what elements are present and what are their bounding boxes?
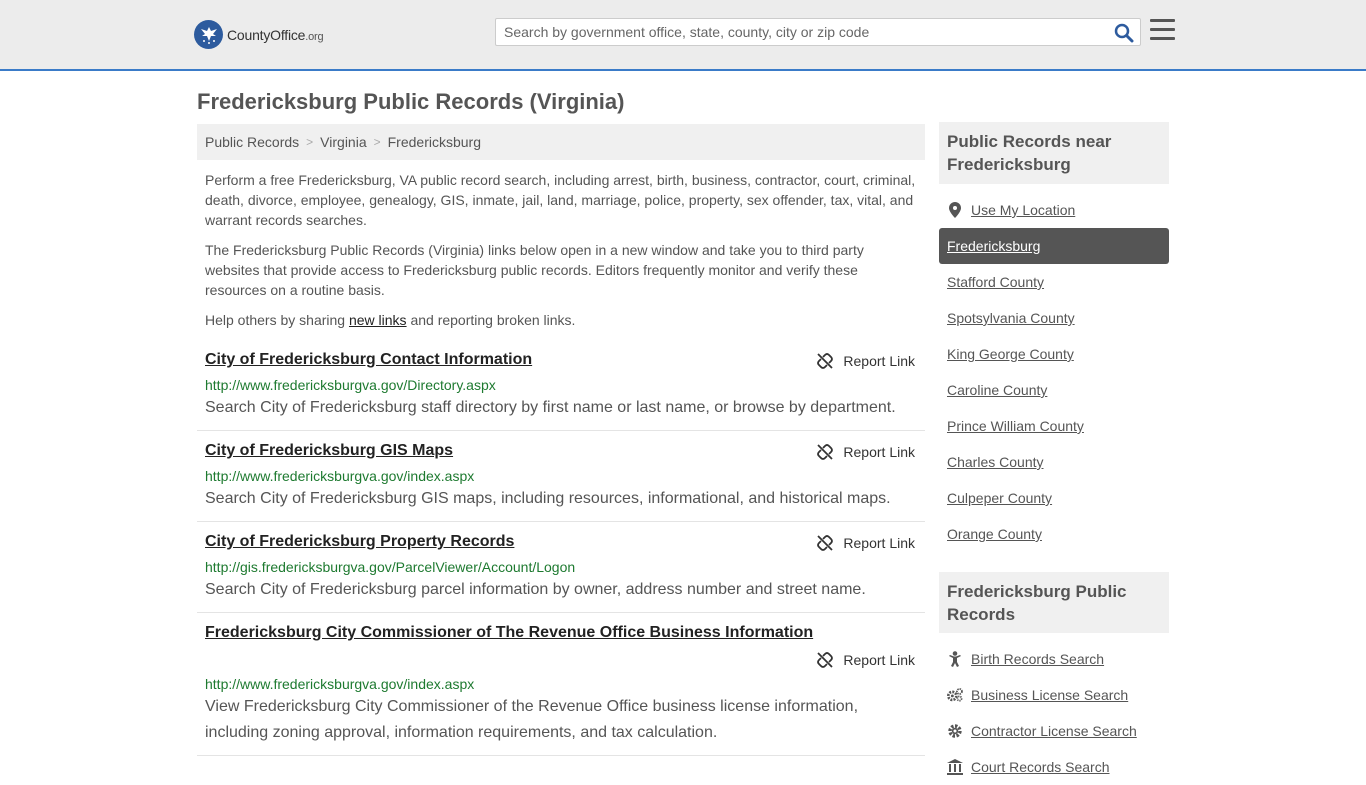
sidebar-near-heading: Public Records near Fredericksburg <box>939 122 1169 184</box>
courthouse-icon <box>947 759 963 775</box>
page-title: Fredericksburg Public Records (Virginia) <box>197 89 625 114</box>
search-icon[interactable] <box>1114 23 1134 43</box>
record-description: Search City of Fredericksburg GIS maps, … <box>205 490 891 507</box>
record-title-link[interactable]: Fredericksburg City Commissioner of The … <box>205 624 813 642</box>
record-url: http://www.fredericksburgva.gov/index.as… <box>205 676 475 692</box>
sidebar-item-contractor-license[interactable]: Contractor License Search <box>939 713 1169 749</box>
sidebar-item-business-license[interactable]: Business License Search <box>939 677 1169 713</box>
breadcrumb-fredericksburg[interactable]: Fredericksburg <box>388 134 481 150</box>
sidebar-item-fredericksburg[interactable]: Fredericksburg <box>939 228 1169 264</box>
search-input[interactable] <box>496 19 1106 45</box>
gear-icon <box>947 723 963 739</box>
record-item: Fredericksburg City Commissioner of The … <box>197 623 925 756</box>
record-description: Search City of Fredericksburg staff dire… <box>205 399 896 416</box>
sidebar-item-spotsylvania-county[interactable]: Spotsylvania County <box>939 300 1169 336</box>
intro-paragraph-3: Help others by sharing new links and rep… <box>205 312 576 328</box>
broken-link-icon <box>817 444 834 460</box>
report-link-button[interactable]: Report Link <box>817 444 915 460</box>
hamburger-menu-icon[interactable] <box>1150 19 1175 41</box>
broken-link-icon <box>817 535 834 551</box>
site-logo[interactable]: CountyOffice.org <box>194 20 324 49</box>
sidebar-item-orange-county[interactable]: Orange County <box>939 516 1169 552</box>
intro-paragraph-1: Perform a free Fredericksburg, VA public… <box>205 172 916 228</box>
sidebar-item-culpeper-county[interactable]: Culpeper County <box>939 480 1169 516</box>
site-header: CountyOffice.org <box>0 0 1366 71</box>
report-link-button[interactable]: Report Link <box>817 652 915 668</box>
sidebar-item-charles-county[interactable]: Charles County <box>939 444 1169 480</box>
gears-icon <box>947 687 963 703</box>
baby-icon <box>947 651 963 667</box>
record-title-link[interactable]: City of Fredericksburg Property Records <box>205 533 514 551</box>
sidebar-item-court-records[interactable]: Court Records Search <box>939 749 1169 785</box>
record-url: http://gis.fredericksburgva.gov/ParcelVi… <box>205 559 576 575</box>
map-pin-icon <box>947 202 963 218</box>
record-url: http://www.fredericksburgva.gov/index.as… <box>205 468 475 484</box>
eagle-seal-icon <box>194 20 223 49</box>
broken-link-icon <box>817 652 834 668</box>
sidebar-item-stafford-county[interactable]: Stafford County <box>939 264 1169 300</box>
sidebar-item-king-george-county[interactable]: King George County <box>939 336 1169 372</box>
search-box <box>495 18 1141 46</box>
report-link-button[interactable]: Report Link <box>817 353 915 369</box>
broken-link-icon <box>817 353 834 369</box>
logo-text: CountyOffice.org <box>227 26 324 43</box>
breadcrumb: Public Records > Virginia > Fredericksbu… <box>197 124 925 160</box>
sidebar-item-caroline-county[interactable]: Caroline County <box>939 372 1169 408</box>
record-item: City of Fredericksburg Property Records … <box>197 532 925 613</box>
record-description: Search City of Fredericksburg parcel inf… <box>205 581 866 598</box>
new-links-link[interactable]: new links <box>349 312 407 328</box>
record-title-link[interactable]: City of Fredericksburg GIS Maps <box>205 442 453 460</box>
sidebar-item-prince-william-county[interactable]: Prince William County <box>939 408 1169 444</box>
report-link-button[interactable]: Report Link <box>817 535 915 551</box>
sidebar-item-birth-records[interactable]: Birth Records Search <box>939 641 1169 677</box>
breadcrumb-public-records[interactable]: Public Records <box>205 134 299 150</box>
record-description: View Fredericksburg City Commissioner of… <box>205 698 859 741</box>
chevron-right-icon: > <box>373 135 381 149</box>
record-item: City of Fredericksburg Contact Informati… <box>197 350 925 431</box>
record-title-link[interactable]: City of Fredericksburg Contact Informati… <box>205 351 532 369</box>
sidebar-records-heading: Fredericksburg Public Records <box>939 572 1169 633</box>
record-url: http://www.fredericksburgva.gov/Director… <box>205 377 496 393</box>
breadcrumb-virginia[interactable]: Virginia <box>320 134 366 150</box>
sidebar-item-use-my-location[interactable]: Use My Location <box>939 192 1169 228</box>
chevron-right-icon: > <box>306 135 314 149</box>
record-item: City of Fredericksburg GIS Maps Report L… <box>197 441 925 522</box>
intro-paragraph-2: The Fredericksburg Public Records (Virgi… <box>205 242 864 298</box>
